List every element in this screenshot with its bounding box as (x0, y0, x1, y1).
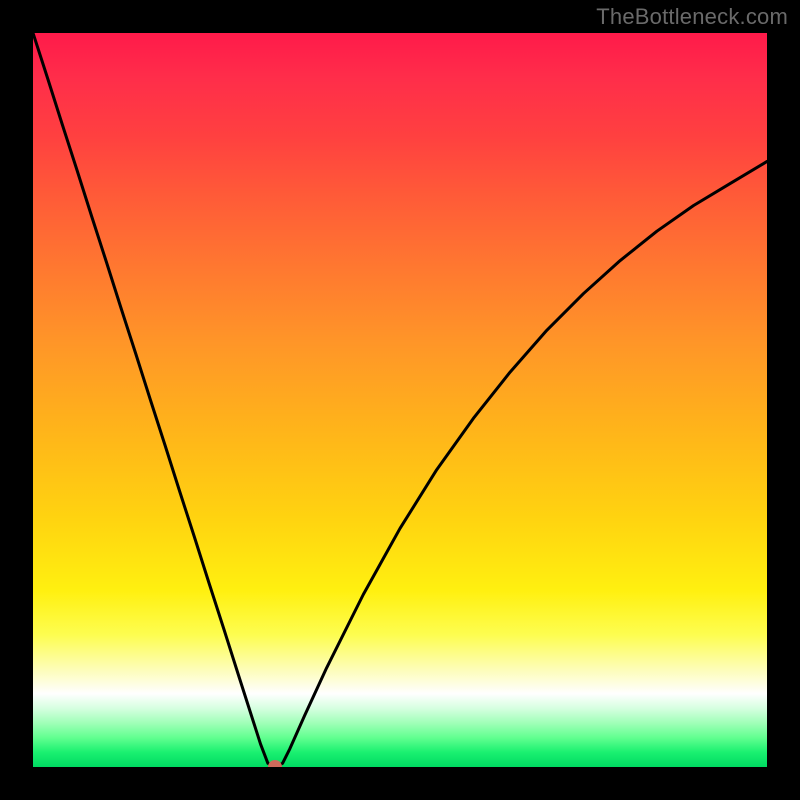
plot-area (33, 33, 767, 767)
bottleneck-curve (33, 33, 767, 767)
watermark-text: TheBottleneck.com (596, 4, 788, 30)
chart-frame: TheBottleneck.com (0, 0, 800, 800)
optimal-point-marker (268, 760, 282, 767)
